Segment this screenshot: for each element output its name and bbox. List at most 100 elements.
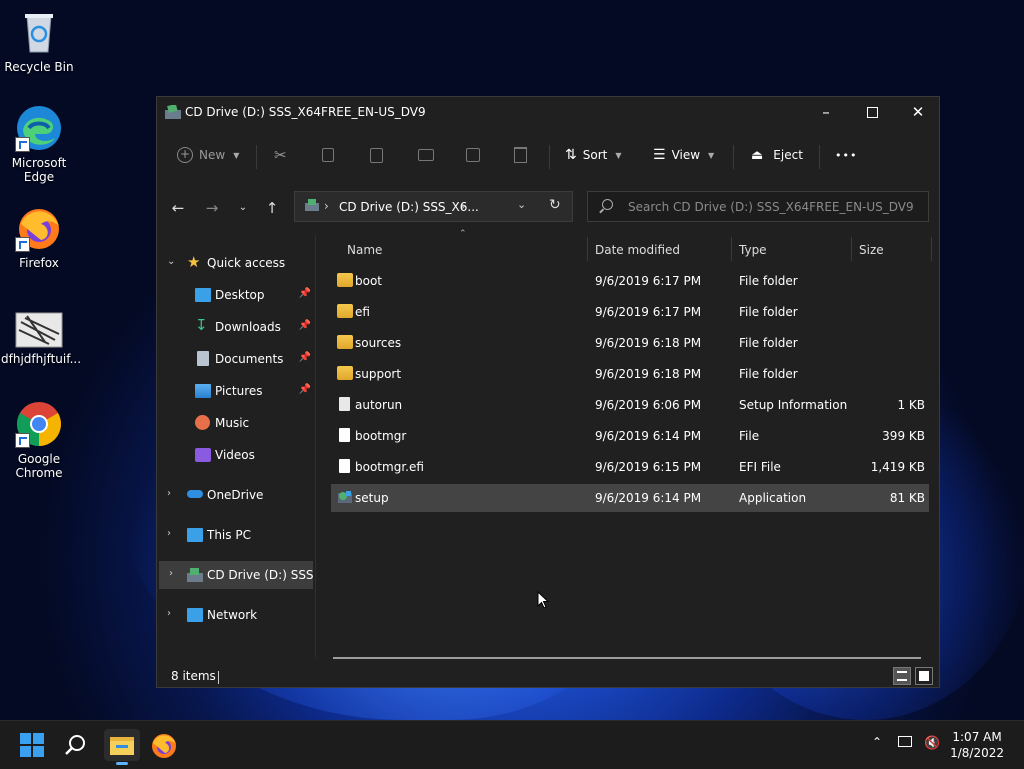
volume-tray-button[interactable]: 🔇: [924, 735, 940, 751]
file-row-selected[interactable]: setup 9/6/2019 6:14 PM Application 81 KB: [331, 484, 929, 512]
chevron-down-icon: ▼: [615, 150, 622, 160]
file-row[interactable]: efi 9/6/2019 6:17 PM File folder: [331, 298, 929, 326]
firefox-icon: [152, 734, 176, 758]
new-button[interactable]: + New ▼: [177, 135, 239, 175]
tiles-view-icon: [919, 671, 929, 681]
column-divider[interactable]: [931, 237, 932, 261]
desktop-icon-chrome[interactable]: Google Chrome: [1, 400, 77, 480]
network-tray-button[interactable]: [898, 735, 912, 751]
clock-date: 1/8/2022: [950, 746, 1004, 760]
nav-label: Desktop: [215, 288, 265, 302]
refresh-button[interactable]: ↻: [549, 197, 561, 213]
file-type: File folder: [739, 367, 798, 381]
pane-divider[interactable]: [315, 235, 316, 657]
breadcrumb-current[interactable]: CD Drive (D:) SSS_X6...: [339, 200, 479, 214]
column-header-size[interactable]: Size: [859, 235, 884, 265]
file-explorer-icon: [110, 737, 134, 755]
nav-documents[interactable]: Documents 📌: [157, 345, 315, 373]
tiles-view-button[interactable]: [915, 667, 933, 685]
eject-button[interactable]: ⏏ Eject: [751, 135, 803, 175]
trash-icon: [514, 147, 527, 163]
search-box[interactable]: Search CD Drive (D:) SSS_X64FREE_EN-US_D…: [587, 191, 929, 222]
search-taskbar-button[interactable]: [60, 729, 92, 761]
nav-label: OneDrive: [207, 488, 264, 502]
nav-music[interactable]: Music: [157, 409, 315, 437]
nav-pictures[interactable]: Pictures 📌: [157, 377, 315, 405]
address-dropdown-button[interactable]: ⌄: [517, 198, 526, 211]
maximize-icon: [866, 107, 878, 118]
view-label: View: [671, 148, 701, 162]
nav-downloads[interactable]: ↧ Downloads 📌: [157, 313, 315, 341]
column-divider[interactable]: [851, 237, 852, 261]
file-date: 9/6/2019 6:17 PM: [595, 274, 702, 288]
nav-label: Pictures: [215, 384, 263, 398]
file-explorer-taskbar-button[interactable]: [104, 729, 140, 765]
recent-locations-button[interactable]: ⌄: [230, 191, 256, 227]
details-view-button[interactable]: [893, 667, 911, 685]
music-icon: [195, 415, 210, 430]
arrow-left-icon: ←: [171, 199, 185, 217]
file-row[interactable]: autorun 9/6/2019 6:06 PM Setup Informati…: [331, 391, 929, 419]
cut-button[interactable]: ✂: [274, 135, 287, 175]
back-button[interactable]: ←: [165, 191, 191, 227]
desktop-icon-recycle-bin[interactable]: Recycle Bin: [1, 8, 77, 74]
command-bar: + New ▼ ✂ ⇅ Sort ▼ ☰ View ▼ ⏏ Eject •••: [157, 135, 939, 175]
maximize-button[interactable]: [849, 97, 895, 129]
desktop-icon-edge[interactable]: Microsoft Edge: [1, 104, 77, 184]
search-icon-handle: [599, 208, 604, 214]
more-options-button[interactable]: •••: [835, 135, 857, 175]
show-hidden-icons-button[interactable]: ⌃: [872, 735, 882, 749]
file-row[interactable]: support 9/6/2019 6:18 PM File folder: [331, 360, 929, 388]
title-bar[interactable]: CD Drive (D:) SSS_X64FREE_EN-US_DV9 – ✕: [157, 97, 939, 129]
view-button[interactable]: ☰ View ▼: [653, 135, 714, 175]
file-row[interactable]: bootmgr 9/6/2019 6:14 PM File 399 KB: [331, 422, 929, 450]
plus-circle-icon: +: [177, 147, 193, 163]
edge-icon: [15, 104, 63, 152]
firefox-taskbar-button[interactable]: [148, 729, 180, 761]
active-indicator: [116, 762, 128, 765]
chevron-right-icon: ›: [167, 488, 171, 499]
desktop-icon-image-file[interactable]: dfhjdfhjftuif...: [1, 310, 81, 366]
nav-cd-drive[interactable]: › CD Drive (D:) SSS_X6: [159, 561, 313, 589]
pin-icon: 📌: [298, 384, 311, 395]
address-bar[interactable]: › CD Drive (D:) SSS_X6... › ⌄ ↻: [294, 191, 573, 222]
column-header-type[interactable]: Type: [739, 235, 767, 265]
nav-this-pc[interactable]: › This PC: [157, 521, 315, 549]
nav-desktop[interactable]: Desktop 📌: [157, 281, 315, 309]
arrow-right-icon: →: [205, 199, 219, 217]
desktop-icon-firefox[interactable]: Firefox: [1, 204, 77, 270]
start-button[interactable]: [16, 729, 48, 761]
share-button[interactable]: [466, 135, 480, 175]
close-button[interactable]: ✕: [895, 97, 941, 129]
nav-onedrive[interactable]: › OneDrive: [157, 481, 315, 509]
file-icon: [339, 459, 350, 473]
copy-button[interactable]: [322, 135, 334, 175]
file-explorer-window: CD Drive (D:) SSS_X64FREE_EN-US_DV9 – ✕ …: [156, 96, 940, 688]
file-row[interactable]: boot 9/6/2019 6:17 PM File folder: [331, 267, 929, 295]
paste-button[interactable]: [370, 135, 383, 175]
nav-videos[interactable]: Videos: [157, 441, 315, 469]
delete-button[interactable]: [514, 135, 527, 175]
download-icon: ↧: [195, 316, 208, 334]
nav-quick-access[interactable]: ⌄ ★ Quick access: [157, 249, 315, 277]
forward-button[interactable]: →: [199, 191, 225, 227]
file-row[interactable]: sources 9/6/2019 6:18 PM File folder: [331, 329, 929, 357]
sort-button[interactable]: ⇅ Sort ▼: [565, 135, 622, 175]
folder-icon: [337, 304, 353, 318]
column-header-date[interactable]: Date modified: [595, 235, 680, 265]
file-name: bootmgr: [355, 429, 407, 443]
rename-button[interactable]: [418, 135, 434, 175]
column-header-name[interactable]: Name: [347, 235, 382, 265]
horizontal-scrollbar[interactable]: [333, 657, 921, 659]
recycle-bin-icon: [15, 8, 63, 56]
minimize-button[interactable]: –: [803, 97, 849, 129]
nav-label: Documents: [215, 352, 284, 366]
nav-network[interactable]: › Network: [157, 601, 315, 629]
file-row[interactable]: bootmgr.efi 9/6/2019 6:15 PM EFI File 1,…: [331, 453, 929, 481]
column-divider[interactable]: [587, 237, 588, 261]
pin-icon: 📌: [298, 320, 311, 331]
taskbar-clock[interactable]: 1:07 AM 1/8/2022: [950, 729, 1004, 761]
up-button[interactable]: ↑: [259, 191, 285, 227]
toolbar-divider: [733, 145, 734, 169]
column-divider[interactable]: [731, 237, 732, 261]
